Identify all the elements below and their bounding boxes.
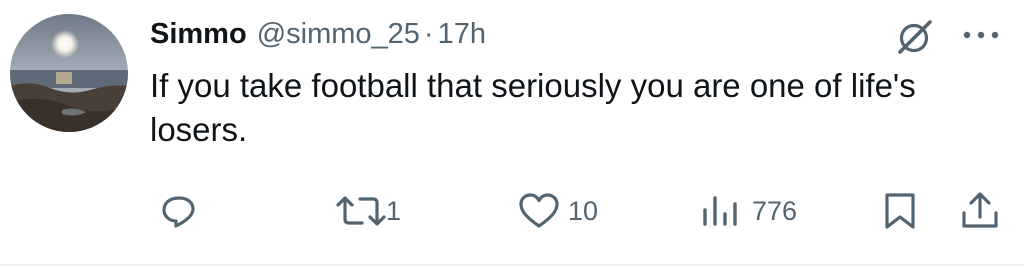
analytics-icon xyxy=(703,196,737,226)
tweet-text: If you take football that seriously you … xyxy=(150,67,916,148)
like-count: 10 xyxy=(568,195,599,226)
bookmark-button[interactable] xyxy=(880,186,920,236)
more-icon[interactable] xyxy=(958,24,1004,46)
views-count: 776 xyxy=(752,195,798,226)
tweet[interactable]: Simmo @simmo_25 · 17h If you take footba… xyxy=(0,0,1024,269)
tweet-header: Simmo @simmo_25 · 17h xyxy=(150,16,486,52)
retweet-button[interactable]: 1 xyxy=(334,186,401,236)
like-button[interactable]: 10 xyxy=(516,186,598,236)
author-handle[interactable]: @simmo_25 xyxy=(257,18,420,51)
separator-dot: · xyxy=(423,17,434,50)
share-button[interactable] xyxy=(958,186,1002,236)
share-icon xyxy=(962,192,998,228)
retweet-icon xyxy=(336,196,386,226)
retweet-count: 1 xyxy=(386,195,402,226)
divider xyxy=(0,264,1024,266)
avatar[interactable] xyxy=(10,14,128,132)
avatar-image xyxy=(10,14,128,132)
action-bar: 1 10 776 xyxy=(0,186,1024,236)
grok-icon[interactable] xyxy=(894,18,936,56)
author-name[interactable]: Simmo xyxy=(150,18,247,51)
bookmark-icon xyxy=(885,193,915,229)
views-button[interactable]: 776 xyxy=(700,186,797,236)
timestamp[interactable]: 17h xyxy=(438,18,486,51)
reply-icon xyxy=(162,196,195,228)
reply-button[interactable] xyxy=(158,186,208,236)
heart-icon xyxy=(519,193,559,228)
